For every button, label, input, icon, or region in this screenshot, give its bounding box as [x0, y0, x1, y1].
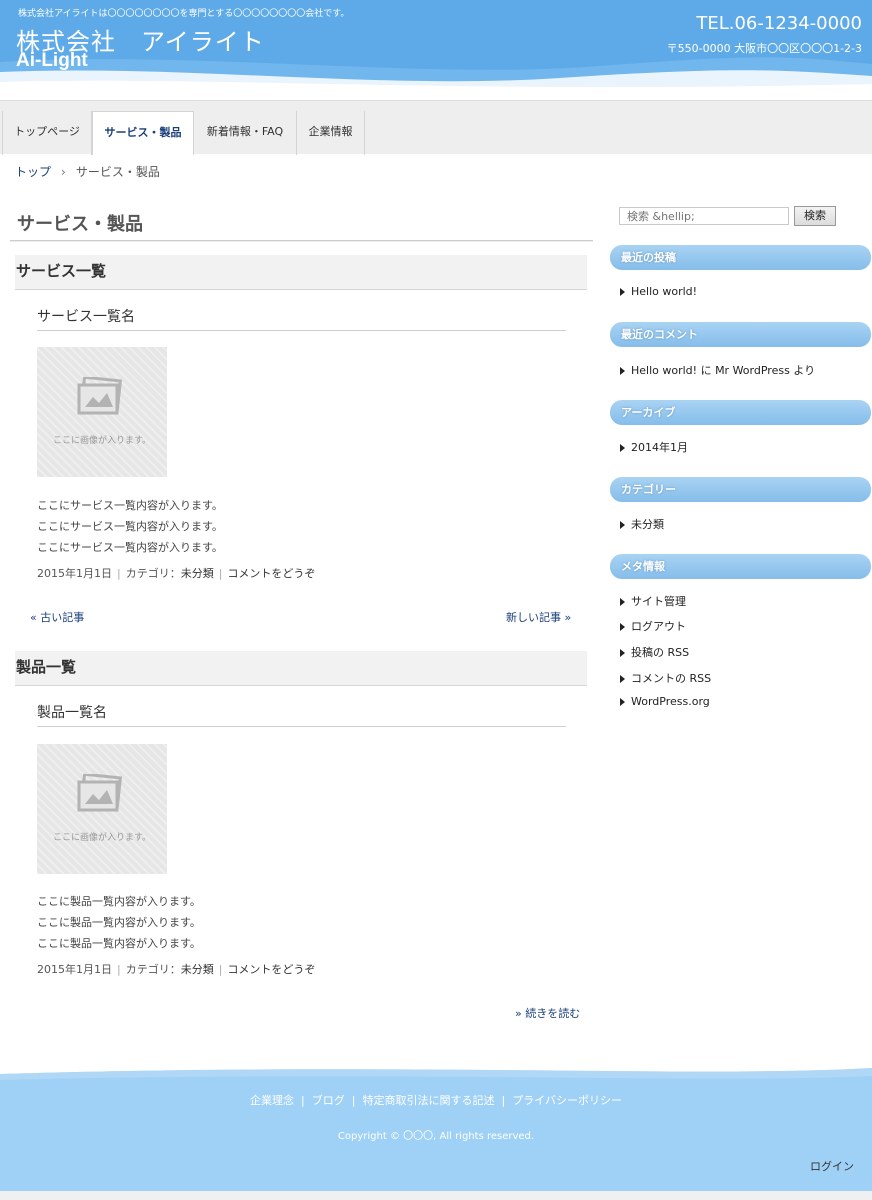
section-heading-products: 製品一覧: [15, 651, 587, 686]
post-body-line: ここにサービス一覧内容が入ります。: [37, 541, 223, 554]
footer-wave-decoration: [0, 1064, 872, 1080]
footer-link-commerce-law[interactable]: 特定商取引法に関する記述: [362, 1094, 494, 1107]
section-heading-services: サービス一覧: [15, 255, 587, 290]
footer-nav: 企業理念 | ブログ | 特定商取引法に関する記述 | プライバシーポリシー: [0, 1092, 872, 1108]
global-nav: トップページ サービス・製品 新着情報・FAQ 企業情報: [0, 100, 872, 155]
nav-item-company[interactable]: 企業情報: [297, 111, 365, 155]
post-thumbnail-placeholder: ここに画像が入ります。: [37, 347, 167, 477]
page-title: サービス・製品: [17, 214, 143, 235]
footer-link-blog[interactable]: ブログ: [312, 1094, 345, 1107]
post-date: 2015年1月1日: [37, 567, 112, 580]
page: 株式会社アイライトは〇〇〇〇〇〇〇〇を専門とする〇〇〇〇〇〇〇〇会社です。 株式…: [0, 0, 872, 1200]
post-body-line: ここに製品一覧内容が入ります。: [37, 916, 201, 929]
meta-separator: |: [218, 963, 223, 976]
comment-link[interactable]: コメントをどうぞ: [227, 567, 315, 580]
header-tagline: 株式会社アイライトは〇〇〇〇〇〇〇〇を専門とする〇〇〇〇〇〇〇〇会社です。: [18, 9, 350, 19]
breadcrumb-separator: ›: [61, 165, 66, 179]
widget-link-site-admin[interactable]: サイト管理: [620, 593, 686, 609]
widget-title-recent-comments: 最近のコメント: [610, 322, 871, 347]
footer-link-philosophy[interactable]: 企業理念: [250, 1094, 294, 1107]
widget-link-recent-post[interactable]: Hello world!: [620, 285, 697, 298]
widget-link-logout[interactable]: ログアウト: [620, 618, 686, 634]
thumbnail-caption: ここに画像が入ります。: [52, 833, 152, 843]
bullet-triangle-icon: [620, 367, 625, 375]
nav-item-services[interactable]: サービス・製品: [92, 111, 194, 155]
newer-posts-link[interactable]: 新しい記事 »: [506, 609, 571, 625]
post-thumbnail-placeholder: ここに画像が入ります。: [37, 744, 167, 874]
comment-link[interactable]: コメントをどうぞ: [227, 963, 315, 976]
bullet-triangle-icon: [620, 521, 625, 529]
older-posts-link[interactable]: « 古い記事: [30, 609, 84, 625]
footer-link-separator: |: [351, 1094, 356, 1107]
bullet-triangle-icon: [620, 675, 625, 683]
image-placeholder-icon: [77, 774, 123, 812]
post-meta: 2015年1月1日 | カテゴリ：未分類 | コメントをどうぞ: [37, 961, 315, 977]
category-label: カテゴリ：: [125, 567, 181, 580]
bullet-triangle-icon: [620, 444, 625, 452]
post-body-line: ここにサービス一覧内容が入ります。: [37, 499, 223, 512]
bullet-triangle-icon: [620, 698, 625, 706]
breadcrumb-home-link[interactable]: トップ: [15, 165, 51, 179]
widget-title-meta: メタ情報: [610, 554, 871, 579]
meta-separator: |: [117, 567, 121, 580]
widget-link-posts-rss[interactable]: 投稿の RSS: [620, 644, 689, 660]
copyright-text: Copyright © 〇〇〇, All rights reserved.: [337, 1131, 535, 1142]
widget-title-archive: アーカイブ: [610, 400, 871, 425]
bullet-triangle-icon: [620, 288, 625, 296]
nav-item-top[interactable]: トップページ: [2, 111, 92, 155]
site-header: 株式会社アイライトは〇〇〇〇〇〇〇〇を専門とする〇〇〇〇〇〇〇〇会社です。 株式…: [0, 0, 872, 90]
breadcrumb: トップ › サービス・製品: [15, 163, 160, 180]
meta-separator: |: [218, 567, 223, 580]
category-label: カテゴリ：: [125, 963, 181, 976]
widget-link-wordpress-org[interactable]: WordPress.org: [620, 695, 710, 708]
footer-link-separator: |: [301, 1094, 305, 1107]
post-meta: 2015年1月1日 | カテゴリ：未分類 | コメントをどうぞ: [37, 565, 315, 581]
footer-login-link[interactable]: ログイン: [810, 1158, 854, 1174]
site-footer: 企業理念 | ブログ | 特定商取引法に関する記述 | プライバシーポリシー Copyrig…: [0, 1064, 872, 1191]
meta-separator: |: [117, 963, 121, 976]
footer-link-separator: |: [501, 1094, 506, 1107]
post-body-line: ここに製品一覧内容が入ります。: [37, 895, 201, 908]
category-link[interactable]: 未分類: [181, 567, 214, 580]
page-title-divider: [10, 240, 593, 242]
site-logo-brand[interactable]: Ai-Light: [16, 50, 88, 72]
bullet-triangle-icon: [620, 649, 625, 657]
thumbnail-caption: ここに画像が入ります。: [52, 436, 152, 446]
footer-link-privacy[interactable]: プライバシーポリシー: [512, 1094, 622, 1107]
post-title-services[interactable]: サービス一覧名: [37, 306, 566, 331]
page-bottom-strip: [0, 1191, 872, 1200]
post-body-line: ここにサービス一覧内容が入ります。: [37, 520, 223, 533]
breadcrumb-current: サービス・製品: [75, 165, 160, 179]
header-address: 〒550-0000 大阪市〇〇区〇〇〇1-2-3: [666, 42, 862, 55]
post-body-line: ここに製品一覧内容が入ります。: [37, 937, 201, 950]
widget-link-comments-rss[interactable]: コメントの RSS: [620, 670, 711, 686]
search-input[interactable]: [619, 207, 789, 225]
image-placeholder-icon: [77, 377, 123, 415]
read-more-link[interactable]: » 続きを読む: [515, 1005, 580, 1021]
widget-link-category[interactable]: 未分類: [620, 516, 664, 532]
widget-title-categories: カテゴリー: [610, 477, 871, 502]
bullet-triangle-icon: [620, 623, 625, 631]
widget-title-recent-posts: 最近の投稿: [610, 245, 871, 270]
category-link[interactable]: 未分類: [181, 963, 214, 976]
search-button[interactable]: 検索: [794, 206, 836, 226]
post-date: 2015年1月1日: [37, 963, 112, 976]
nav-item-news-faq[interactable]: 新着情報・FAQ: [194, 111, 297, 155]
widget-link-archive-month[interactable]: 2014年1月: [620, 439, 688, 455]
widget-link-recent-comment[interactable]: Hello world! に Mr WordPress より: [620, 362, 815, 378]
bullet-triangle-icon: [620, 598, 625, 606]
post-title-products[interactable]: 製品一覧名: [37, 702, 566, 727]
header-phone: TEL.06-1234-0000: [696, 13, 862, 34]
